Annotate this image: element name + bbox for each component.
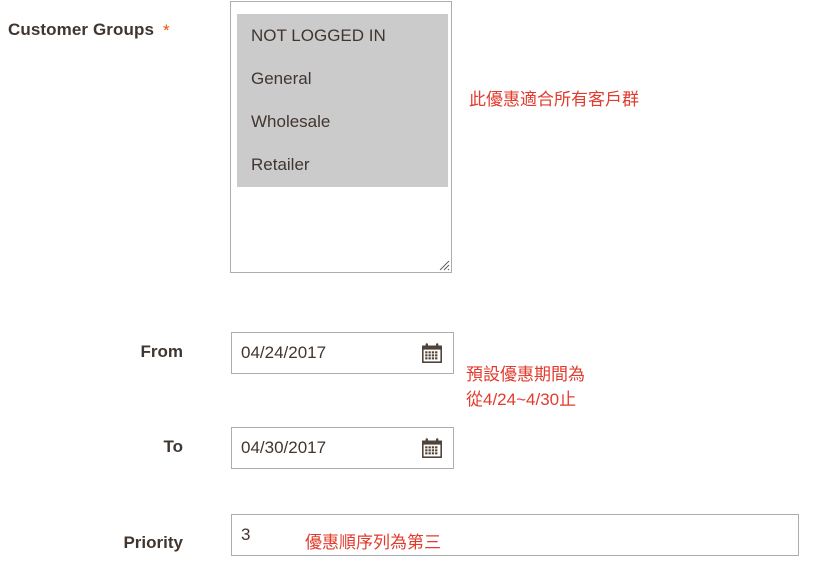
customer-groups-label-text: Customer Groups [8, 20, 155, 39]
from-label: From [140, 342, 184, 361]
to-label: To [163, 437, 183, 456]
calendar-icon[interactable] [421, 437, 443, 459]
calendar-icon[interactable] [421, 342, 443, 364]
to-date-input[interactable]: 04/30/2017 [231, 427, 454, 469]
option-general[interactable]: General [251, 69, 311, 89]
date-range-annotation: 預設優惠期間為 從4/24~4/30止 [466, 362, 585, 412]
date-annotation-line1: 預設優惠期間為 [466, 365, 585, 384]
date-annotation-line2: 從4/24~4/30止 [466, 390, 577, 409]
priority-value: 3 [241, 525, 251, 544]
from-date-input[interactable]: 04/24/2017 [231, 332, 454, 374]
option-retailer[interactable]: Retailer [251, 155, 310, 175]
priority-annotation: 優惠順序列為第三 [305, 533, 441, 552]
option-wholesale[interactable]: Wholesale [251, 112, 330, 132]
option-not-logged-in[interactable]: NOT LOGGED IN [251, 26, 386, 46]
from-date-value: 04/24/2017 [241, 343, 327, 362]
priority-label: Priority [123, 533, 183, 552]
resize-handle-icon[interactable] [437, 258, 450, 271]
customer-groups-multiselect[interactable]: NOT LOGGED IN General Wholesale Retailer [230, 1, 452, 273]
customer-groups-label: Customer Groups * [8, 20, 170, 40]
to-date-value: 04/30/2017 [241, 438, 327, 457]
coupon-form-panel: Customer Groups * NOT LOGGED IN General W… [0, 0, 819, 575]
required-asterisk: * [163, 21, 170, 40]
customer-groups-annotation: 此優惠適合所有客戶群 [469, 90, 639, 109]
